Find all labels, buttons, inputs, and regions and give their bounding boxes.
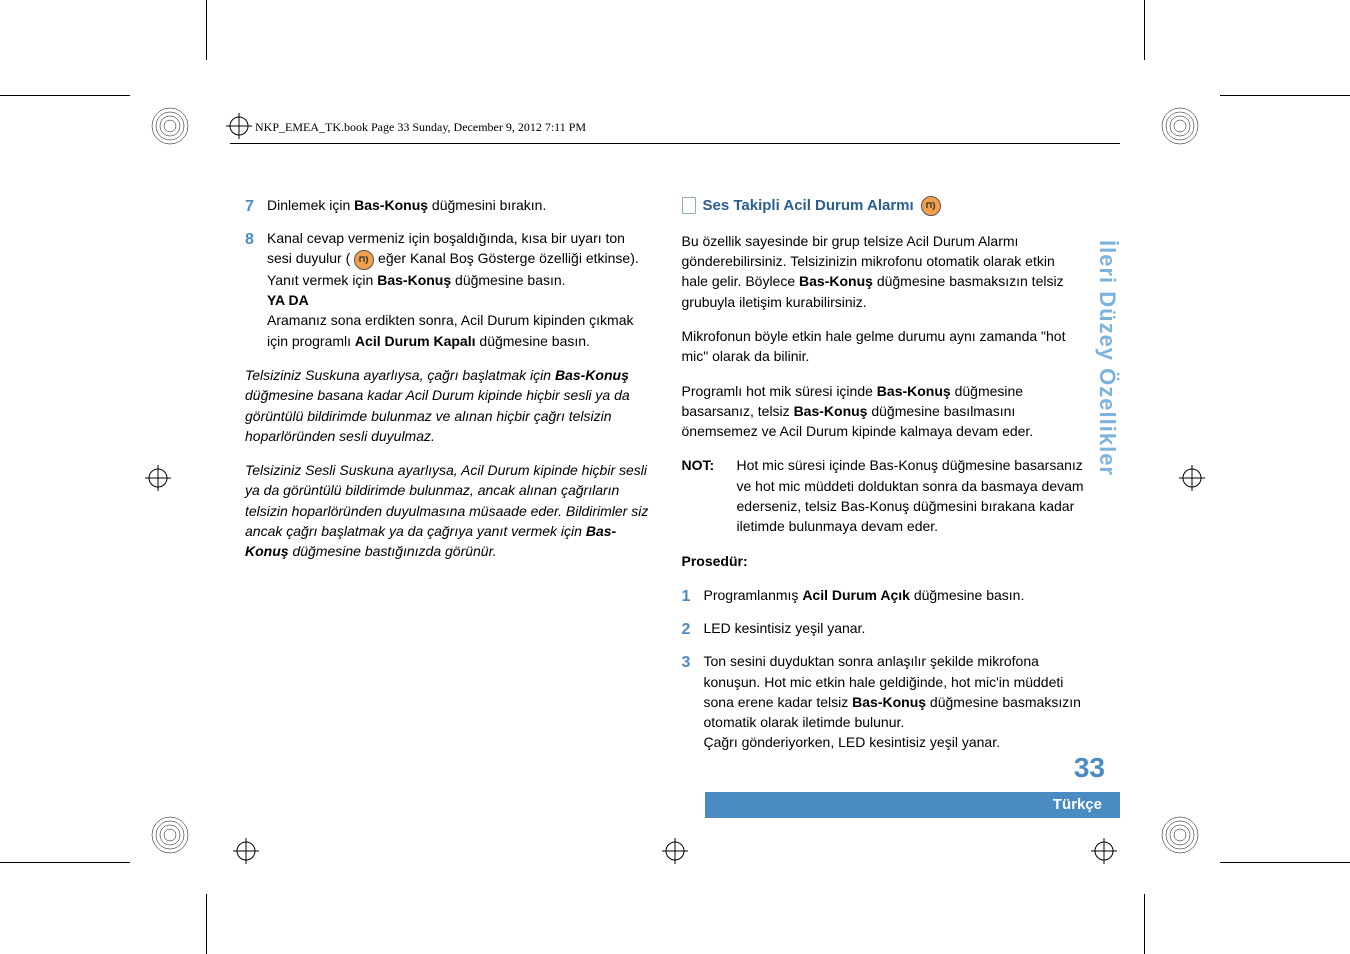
step-text: Programlanmış Acil Durum Açık düğmesine … xyxy=(704,585,1086,608)
ptt-icon xyxy=(354,250,374,270)
step-number: 8 xyxy=(245,228,267,351)
procedure-label: Prosedür: xyxy=(682,551,1086,571)
printer-corner-mark xyxy=(150,815,190,855)
paragraph: Mikrofonun böyle etkin hale gelme durumu… xyxy=(682,326,1086,367)
registration-mark xyxy=(1179,465,1205,491)
step-number: 2 xyxy=(682,618,704,641)
page-header: NKP_EMEA_TK.book Page 33 Sunday, Decembe… xyxy=(255,120,586,135)
step-number: 1 xyxy=(682,585,704,608)
registration-mark xyxy=(145,465,171,491)
right-column: Ses Takipli Acil Durum Alarmı Bu özellik… xyxy=(682,195,1086,763)
or-label: YA DA xyxy=(267,290,649,310)
language-bar: Türkçe xyxy=(705,792,1120,818)
step-number: 7 xyxy=(245,195,267,218)
note-label: NOT: xyxy=(682,455,737,536)
printer-corner-mark xyxy=(1160,106,1200,146)
registration-mark xyxy=(226,113,252,139)
printer-corner-mark xyxy=(1160,815,1200,855)
paragraph: Programlı hot mik süresi içinde Bas-Konu… xyxy=(682,381,1086,442)
registration-mark xyxy=(233,838,259,864)
step-text: LED kesintisiz yeşil yanar. xyxy=(704,618,1086,641)
document-icon xyxy=(682,197,696,214)
paragraph: Bu özellik sayesinde bir grup telsize Ac… xyxy=(682,231,1086,312)
step-text: Dinlemek için Bas-Konuş düğmesini bırakı… xyxy=(267,195,649,218)
left-column: 7 Dinlemek için Bas-Konuş düğmesini bıra… xyxy=(245,195,649,763)
italic-note: Telsiziniz Sesli Suskuna ayarlıysa, Acil… xyxy=(245,460,649,561)
sidebar-section-label: İleri Düzey Özellikler xyxy=(1094,240,1120,476)
step-number: 3 xyxy=(682,651,704,752)
registration-mark xyxy=(1091,838,1117,864)
ptt-icon xyxy=(921,196,941,216)
italic-note: Telsiziniz Suskuna ayarlıysa, çağrı başl… xyxy=(245,365,649,446)
note-text: Hot mic süresi içinde Bas-Konuş düğmesin… xyxy=(737,455,1086,536)
header-rule xyxy=(230,143,1120,144)
registration-mark xyxy=(662,838,688,864)
page-number: 33 xyxy=(1074,752,1105,784)
step-text: Ton sesini duyduktan sonra anlaşılır şek… xyxy=(704,651,1086,752)
printer-corner-mark xyxy=(150,106,190,146)
section-title: Ses Takipli Acil Durum Alarmı xyxy=(682,195,1086,217)
step-text: Kanal cevap vermeniz için boşaldığında, … xyxy=(267,228,649,351)
